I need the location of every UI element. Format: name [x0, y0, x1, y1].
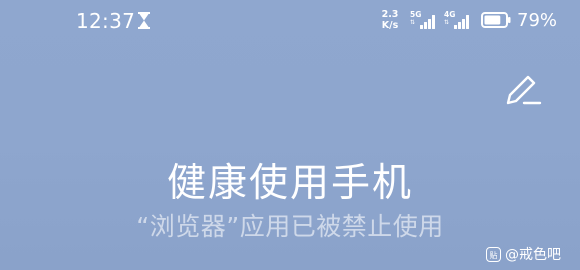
network-speed-value: 2.3 [381, 9, 399, 20]
pencil-edit-icon[interactable] [502, 74, 542, 108]
battery-icon [481, 12, 511, 28]
watermark-logo-icon: 贴 [486, 246, 501, 262]
cell-signal-icon: 4G ⇅ [444, 11, 474, 29]
signal-bars [454, 15, 472, 29]
signal-bars [420, 15, 438, 29]
cell-signal-icon: 5G ⇅ [410, 11, 440, 29]
watermark: 贴 @戒色吧 [486, 245, 561, 263]
watermark-text: @戒色吧 [505, 247, 561, 263]
page-title: 健康使用手机 [166, 161, 413, 206]
blocked-app-message: “浏览器”应用已被禁止使用 [136, 212, 444, 241]
clock-time: 12:37 [76, 9, 136, 33]
data-arrows-icon: ⇅ [410, 19, 416, 26]
network-speed: 2.3 K/s [379, 9, 401, 31]
status-bar: 12:37 2.3 K/s 5G ⇅ 4G ⇅ 79% [0, 0, 580, 44]
data-arrows-icon: ⇅ [444, 19, 450, 26]
hourglass-icon [138, 12, 150, 29]
network-speed-unit: K/s [381, 20, 399, 31]
battery-percent: 79% [517, 10, 558, 31]
